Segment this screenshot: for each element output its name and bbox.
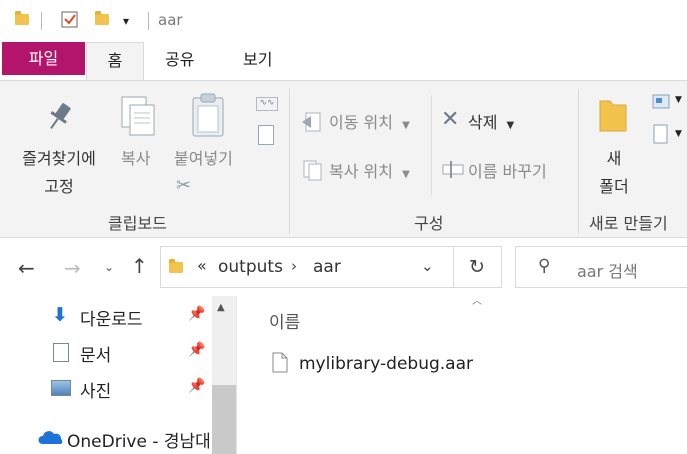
forward-arrow-icon[interactable]: → <box>64 258 81 278</box>
nav-item-onedrive[interactable]: OneDrive - 경남대 <box>36 426 211 452</box>
group-label-organize: 구성 <box>414 214 444 233</box>
separator <box>431 95 432 195</box>
rename-button[interactable]: 이름 바꾸기 <box>468 158 547 182</box>
group-label-new: 새로 만들기 <box>589 214 668 233</box>
search-placeholder: aar 검색 <box>577 262 638 281</box>
delete-button[interactable]: 삭제 ▼ <box>468 109 514 133</box>
search-field[interactable]: ⚲ aar 검색 <box>515 246 687 288</box>
nav-item-label: 다운로드 <box>80 310 143 330</box>
file-icon <box>272 352 288 373</box>
window-title: aar <box>158 11 183 29</box>
breadcrumb-item[interactable]: outputs <box>218 257 283 277</box>
download-arrow-icon: ⬇ <box>52 304 68 326</box>
nav-item-label: 문서 <box>80 346 112 366</box>
up-arrow-icon[interactable]: ↑ <box>131 256 148 276</box>
tab-share[interactable]: 공유 <box>165 42 194 78</box>
pin-label: 즐겨찾기에 <box>22 149 96 168</box>
copy-icon <box>118 95 160 139</box>
cloud-icon <box>38 430 64 444</box>
rename-icon <box>441 159 465 179</box>
folder-icon <box>15 11 29 25</box>
new-item-icon[interactable] <box>651 93 673 111</box>
easy-access-icon[interactable] <box>651 123 669 145</box>
move-to-icon <box>302 111 324 133</box>
sort-ascending-chevron-icon: ︿ <box>472 296 482 307</box>
chevron-down-icon: ▼ <box>506 120 515 131</box>
pin-icon <box>41 99 77 135</box>
copy-path-icon[interactable]: ∿∿ <box>256 97 278 111</box>
move-to-button[interactable]: 이동 위치 ▼ <box>329 109 410 133</box>
refresh-icon: ↻ <box>469 256 485 278</box>
pin-icon[interactable]: 📌 <box>188 378 205 394</box>
chevron-down-icon: ▼ <box>402 169 410 180</box>
pin-label: 고정 <box>44 177 74 196</box>
folder-icon <box>169 259 183 273</box>
new-folder-quick-icon[interactable] <box>95 11 109 25</box>
title-bar: ▾ aar <box>0 0 687 42</box>
search-icon: ⚲ <box>538 256 551 276</box>
breadcrumb-item[interactable]: aar <box>313 257 341 277</box>
tab-file[interactable]: 파일 <box>2 42 85 75</box>
breadcrumb-chevron-icon[interactable]: › <box>291 257 297 275</box>
chevron-down-icon[interactable]: ▼ <box>675 95 682 105</box>
pin-icon[interactable]: 📌 <box>188 342 205 358</box>
delete-x-icon: ✕ <box>441 107 460 132</box>
nav-item-documents[interactable]: 문서 📌 <box>48 340 210 366</box>
customize-toolbar-icon[interactable]: ▾ <box>123 14 129 28</box>
delete-label: 삭제 <box>468 113 498 132</box>
paste-shortcut-icon[interactable] <box>258 125 274 145</box>
nav-item-pictures[interactable]: 사진 📌 <box>48 376 210 402</box>
address-bar[interactable]: « outputs › aar ⌄ <box>160 246 454 288</box>
tab-view[interactable]: 보기 <box>243 42 272 78</box>
tab-home[interactable]: 홈 <box>86 42 144 81</box>
breadcrumb-overflow[interactable]: « <box>197 256 207 275</box>
group-separator <box>578 89 579 234</box>
chevron-down-icon: ▼ <box>402 120 410 131</box>
separator <box>41 12 42 30</box>
paste-button[interactable]: 붙여넣기 <box>174 145 233 169</box>
pin-icon[interactable]: 📌 <box>188 306 205 322</box>
copy-to-icon <box>302 159 324 181</box>
new-folder-button[interactable]: 새 폴더 <box>592 145 636 197</box>
group-separator <box>289 89 290 234</box>
document-icon <box>53 343 69 362</box>
new-folder-label: 새 <box>606 149 622 168</box>
nav-item-downloads[interactable]: ⬇ 다운로드 📌 <box>48 304 210 330</box>
new-folder-icon <box>598 95 628 135</box>
picture-icon <box>51 380 71 396</box>
nav-item-label: OneDrive - 경남대 <box>67 432 211 452</box>
back-arrow-icon[interactable]: ← <box>18 258 35 278</box>
ribbon: 즐겨찾기에 고정 복사 붙여넣기 ✂ ∿∿ 클립보드 이동 위치 ▼ 복사 위치… <box>0 80 687 238</box>
address-dropdown-chevron-icon[interactable]: ⌄ <box>421 257 434 275</box>
separator <box>148 12 149 30</box>
copy-button[interactable]: 복사 <box>121 145 150 169</box>
copy-to-button[interactable]: 복사 위치 ▼ <box>329 158 410 182</box>
new-folder-label: 폴더 <box>599 177 629 196</box>
pin-to-quick-access-button[interactable]: 즐겨찾기에 고정 <box>0 145 118 197</box>
file-name: mylibrary-debug.aar <box>299 354 473 374</box>
properties-checkbox-icon[interactable] <box>60 10 80 30</box>
recent-locations-chevron-icon[interactable]: ⌄ <box>104 260 114 274</box>
scrollbar-thumb[interactable] <box>212 385 236 454</box>
chevron-down-icon[interactable]: ▼ <box>675 129 682 139</box>
group-label-clipboard: 클립보드 <box>108 214 167 233</box>
scroll-up-chevron-icon[interactable]: ▲ <box>217 302 225 313</box>
cut-icon[interactable]: ✂ <box>176 175 191 196</box>
refresh-button[interactable]: ↻ <box>453 246 502 288</box>
column-header-name[interactable]: 이름 <box>269 308 300 333</box>
nav-item-label: 사진 <box>80 382 112 402</box>
move-to-label: 이동 위치 <box>329 113 393 132</box>
paste-icon <box>190 93 228 139</box>
copy-to-label: 복사 위치 <box>329 162 393 181</box>
pane-divider <box>236 296 237 454</box>
